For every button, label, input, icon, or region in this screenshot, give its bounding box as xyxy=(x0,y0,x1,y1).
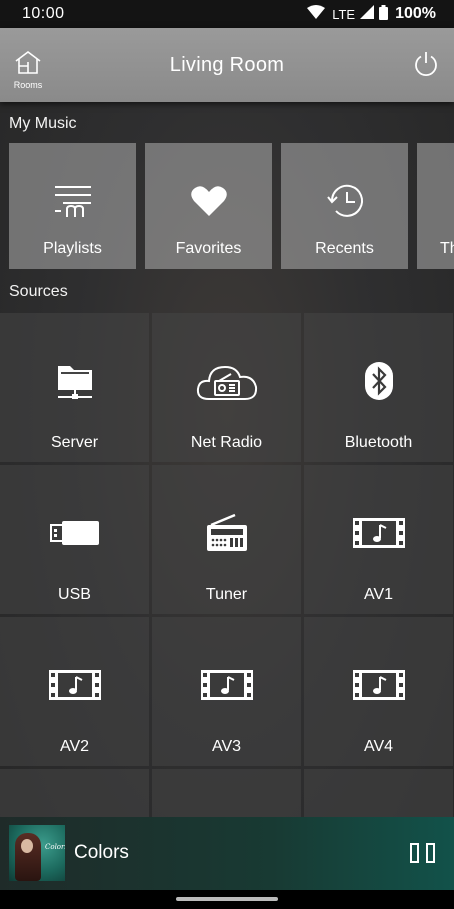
source-label: USB xyxy=(58,586,91,603)
power-icon xyxy=(415,52,437,77)
film-music-icon xyxy=(152,663,301,707)
sources-heading: Sources xyxy=(9,283,68,300)
page-title: Living Room xyxy=(169,53,285,76)
source-label: AV4 xyxy=(363,738,394,755)
now-playing-bar[interactable]: Colors Colors xyxy=(0,817,454,890)
source-label: Tuner xyxy=(205,586,248,603)
pause-icon-bar-left xyxy=(410,843,419,863)
film-music-icon xyxy=(304,511,453,555)
bluetooth-icon xyxy=(304,359,453,403)
home-gesture-handle[interactable] xyxy=(176,897,278,901)
battery-percent: 100% xyxy=(395,5,436,22)
wifi-icon xyxy=(307,5,326,23)
film-music-icon xyxy=(304,663,453,707)
radio-icon xyxy=(152,511,301,555)
source-tile-av3[interactable]: AV3 xyxy=(152,617,301,766)
music-tile-playlists[interactable]: Playlists xyxy=(9,143,136,269)
battery-icon xyxy=(379,4,389,24)
now-playing-title: Colors xyxy=(74,842,129,863)
status-bar: 10:00 LTE 100% xyxy=(0,0,454,28)
source-label: AV3 xyxy=(211,738,242,755)
music-tile-label: Th xyxy=(440,240,454,257)
pause-icon-bar-right xyxy=(426,843,435,863)
source-tile-usb[interactable]: USB xyxy=(0,465,149,614)
my-music-heading: My Music xyxy=(9,115,77,132)
source-tile-bluetooth[interactable]: Bluetooth xyxy=(304,313,453,462)
source-tile-partial[interactable] xyxy=(0,769,149,817)
source-label: Net Radio xyxy=(190,434,263,451)
music-tile-favorites[interactable]: Favorites xyxy=(145,143,272,269)
history-clock-icon xyxy=(325,179,365,223)
album-art: Colors xyxy=(9,825,65,881)
source-tile-partial[interactable] xyxy=(304,769,453,817)
status-time: 10:00 xyxy=(22,5,65,22)
source-label: AV1 xyxy=(363,586,394,603)
music-tile-label: Recents xyxy=(315,240,374,257)
playlist-icon xyxy=(53,179,93,223)
source-label: AV2 xyxy=(59,738,90,755)
signal-icon xyxy=(360,5,375,23)
source-label: Server xyxy=(50,434,99,451)
music-tile-partial[interactable]: Th xyxy=(417,143,454,269)
usb-icon xyxy=(0,511,149,555)
house-rooms-icon xyxy=(13,50,43,79)
folder-server-icon xyxy=(0,359,149,403)
music-tile-label: Playlists xyxy=(43,240,102,257)
network-type: LTE xyxy=(332,6,356,22)
source-tile-av1[interactable]: AV1 xyxy=(304,465,453,614)
pause-button[interactable] xyxy=(410,843,436,863)
source-label: Bluetooth xyxy=(344,434,413,451)
source-tile-tuner[interactable]: Tuner xyxy=(152,465,301,614)
my-music-row: Playlists Favorites Recents Th xyxy=(9,143,454,269)
album-art-title: Colors xyxy=(45,843,65,851)
rooms-label: Rooms xyxy=(13,80,43,90)
source-tile-server[interactable]: Server xyxy=(0,313,149,462)
power-button[interactable] xyxy=(412,50,440,78)
heart-icon xyxy=(190,179,227,223)
source-tile-av2[interactable]: AV2 xyxy=(0,617,149,766)
music-tile-recents[interactable]: Recents xyxy=(281,143,408,269)
album-art-face xyxy=(21,839,33,853)
source-tile-partial[interactable] xyxy=(152,769,301,817)
system-nav-bar xyxy=(0,890,454,909)
music-tile-label: Favorites xyxy=(175,240,242,257)
cloud-radio-icon xyxy=(152,359,301,403)
rooms-button[interactable]: Rooms xyxy=(8,50,48,90)
app-header: Rooms Living Room xyxy=(0,28,454,102)
film-music-icon xyxy=(0,663,149,707)
source-tile-av4[interactable]: AV4 xyxy=(304,617,453,766)
status-icons: LTE 100% xyxy=(307,4,436,24)
source-tile-net-radio[interactable]: Net Radio xyxy=(152,313,301,462)
